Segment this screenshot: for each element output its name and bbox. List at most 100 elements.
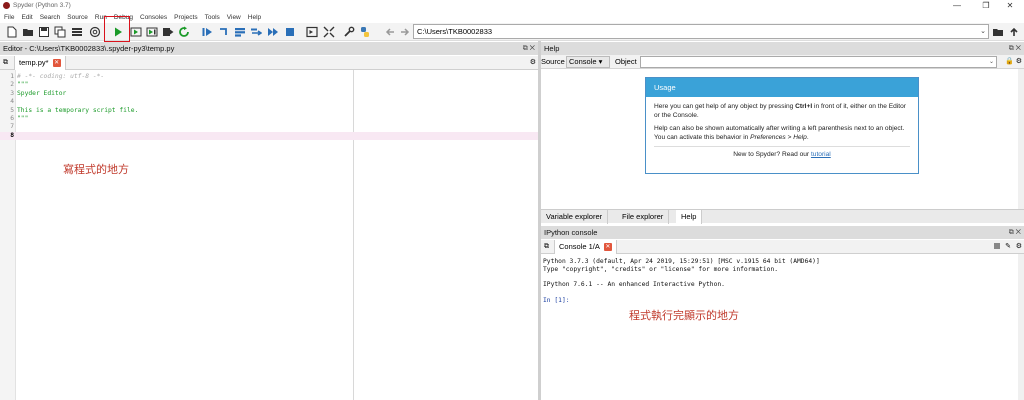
maximize-pane-icon[interactable] [306, 26, 318, 38]
close-window-button[interactable]: ✕ [996, 0, 1024, 11]
fullscreen-icon[interactable] [323, 26, 335, 38]
console-pane-title: IPython console [544, 228, 598, 237]
minimize-button[interactable]: — [943, 0, 971, 11]
chevron-down-icon[interactable]: ⌄ [989, 57, 994, 67]
code-line[interactable]: 2 """ [0, 81, 540, 89]
spyder-app-icon [3, 2, 10, 9]
line-number: 1 [10, 73, 14, 80]
working-directory-input[interactable]: C:\Users\TKB0002833 ⌄ [413, 24, 989, 39]
console-scrollbar[interactable] [1018, 254, 1024, 400]
usage-text: . [806, 133, 809, 141]
lock-icon[interactable]: 🔒 [1005, 57, 1014, 65]
object-input[interactable]: ⌄ [640, 56, 997, 68]
code-line[interactable]: 5 This is a temporary script file. [0, 107, 540, 115]
code-line[interactable]: 1 # -*- coding: utf-8 -*- [0, 73, 540, 81]
tab-help[interactable]: Help [676, 210, 703, 224]
continue-icon[interactable] [267, 26, 279, 38]
tab-temp-py[interactable]: temp.py* ✕ [14, 56, 66, 70]
outline-list-icon[interactable] [71, 26, 83, 38]
menu-edit[interactable]: Edit [21, 14, 32, 21]
source-select[interactable]: Console ▾ [566, 56, 610, 68]
menu-projects[interactable]: Projects [174, 14, 197, 21]
options-gear-icon[interactable]: ⚙ [1016, 242, 1022, 250]
at-sign-icon[interactable] [89, 26, 101, 38]
options-gear-icon[interactable]: ⚙ [530, 58, 536, 66]
menu-tools[interactable]: Tools [205, 14, 220, 21]
code-line[interactable]: 4 [0, 98, 540, 106]
menu-view[interactable]: View [227, 14, 241, 21]
window-title: Spyder (Python 3.7) [13, 2, 71, 9]
menu-source[interactable]: Source [67, 14, 88, 21]
options-gear-icon[interactable]: ⚙ [1016, 57, 1022, 65]
save-icon[interactable] [38, 26, 50, 38]
close-tab-icon[interactable]: ✕ [603, 243, 612, 251]
help-scrollbar[interactable] [1018, 69, 1024, 209]
forward-arrow-icon[interactable] [399, 26, 411, 38]
save-all-icon[interactable] [54, 26, 66, 38]
line-number: 2 [10, 81, 14, 89]
console-tab-label: Console 1/A [559, 242, 600, 251]
object-label: Object [615, 57, 637, 66]
line-number: 4 [10, 98, 14, 106]
menu-help[interactable]: Help [248, 14, 261, 21]
help-pane-buttons[interactable]: ⧉ ✕ [1009, 42, 1021, 55]
debug-icon[interactable] [201, 26, 213, 38]
tab-label: temp.py* [19, 58, 49, 67]
console-prompt[interactable]: In [1]: [543, 297, 570, 305]
stop-kernel-icon[interactable] [994, 243, 1000, 249]
code-text: This is a temporary script file. [17, 106, 139, 114]
browse-tabs-icon[interactable]: ⧉ [544, 243, 549, 251]
stop-debug-icon[interactable] [284, 26, 296, 38]
parent-directory-icon[interactable] [1008, 26, 1020, 38]
open-folder-icon[interactable] [22, 26, 34, 38]
edit-icon[interactable]: ✎ [1005, 242, 1011, 250]
step-into-icon[interactable] [234, 26, 246, 38]
back-arrow-icon[interactable] [384, 26, 396, 38]
rerun-icon[interactable] [178, 26, 190, 38]
code-line[interactable]: 3 Spyder Editor [0, 90, 540, 98]
close-tab-icon[interactable]: ✕ [52, 59, 61, 67]
divider [654, 146, 910, 148]
code-text: """ [17, 81, 29, 89]
menu-bar: File Edit Search Source Run Debug Consol… [0, 11, 1024, 23]
step-icon[interactable] [218, 26, 230, 38]
tab-console-1[interactable]: Console 1/A ✕ [554, 240, 617, 254]
editor-pane-title: Editor - C:\Users\TKB0002833\.spyder-py3… [3, 44, 175, 53]
shortcut-key: Ctrl+I [795, 103, 813, 110]
run-cell-icon[interactable] [130, 26, 142, 38]
tab-variable-explorer[interactable]: Variable explorer [541, 210, 609, 224]
run-cell-advance-icon[interactable] [146, 26, 158, 38]
console-annotation: 程式執行完顯示的地方 [629, 310, 739, 322]
browse-tabs-icon[interactable]: ⧉ [3, 59, 8, 67]
editor-pane-buttons[interactable]: ⧉ ✕ [523, 42, 535, 55]
title-bar: Spyder (Python 3.7) — ❐ ✕ [0, 0, 1024, 11]
browse-folder-icon[interactable] [992, 26, 1004, 38]
ipython-console[interactable] [541, 254, 1024, 400]
usage-footer: New to Spyder? Read our tutorial [646, 151, 918, 158]
menu-consoles[interactable]: Consoles [140, 14, 167, 21]
console-pane-buttons[interactable]: ⧉ ✕ [1009, 226, 1021, 239]
run-selection-icon[interactable] [162, 26, 174, 38]
preferences-wrench-icon[interactable] [343, 26, 355, 38]
usage-paragraph-2: Help can also be shown automatically aft… [646, 125, 918, 142]
new-file-icon[interactable] [6, 26, 18, 38]
code-line[interactable]: 7 [0, 123, 540, 131]
help-pane-tabs: Variable explorer File explorer Help [541, 209, 1024, 224]
line-number: 7 [10, 123, 14, 131]
code-text: Spyder Editor [17, 89, 67, 97]
tutorial-link[interactable]: tutorial [811, 151, 831, 158]
code-editor[interactable]: 1 # -*- coding: utf-8 -*- 2 """ 3 Spyder Edit… [0, 70, 540, 400]
step-return-icon[interactable] [250, 26, 262, 38]
code-text: # -*- coding: utf-8 -*- [17, 73, 105, 80]
line-number: 8 [10, 131, 14, 139]
tab-file-explorer[interactable]: File explorer [617, 210, 670, 224]
menu-search[interactable]: Search [40, 14, 61, 21]
python-path-icon[interactable] [359, 26, 371, 38]
menu-file[interactable]: File [4, 14, 14, 21]
chevron-down-icon[interactable]: ⌄ [980, 25, 986, 38]
code-line[interactable]: 6 """ [0, 115, 540, 123]
editor-tab-bar: ⧉ temp.py* ✕ ⚙ [0, 56, 540, 70]
code-text: """ [17, 115, 29, 122]
code-line[interactable]: 8 [0, 131, 540, 141]
help-pane-header: Help ⧉ ✕ [541, 42, 1024, 55]
